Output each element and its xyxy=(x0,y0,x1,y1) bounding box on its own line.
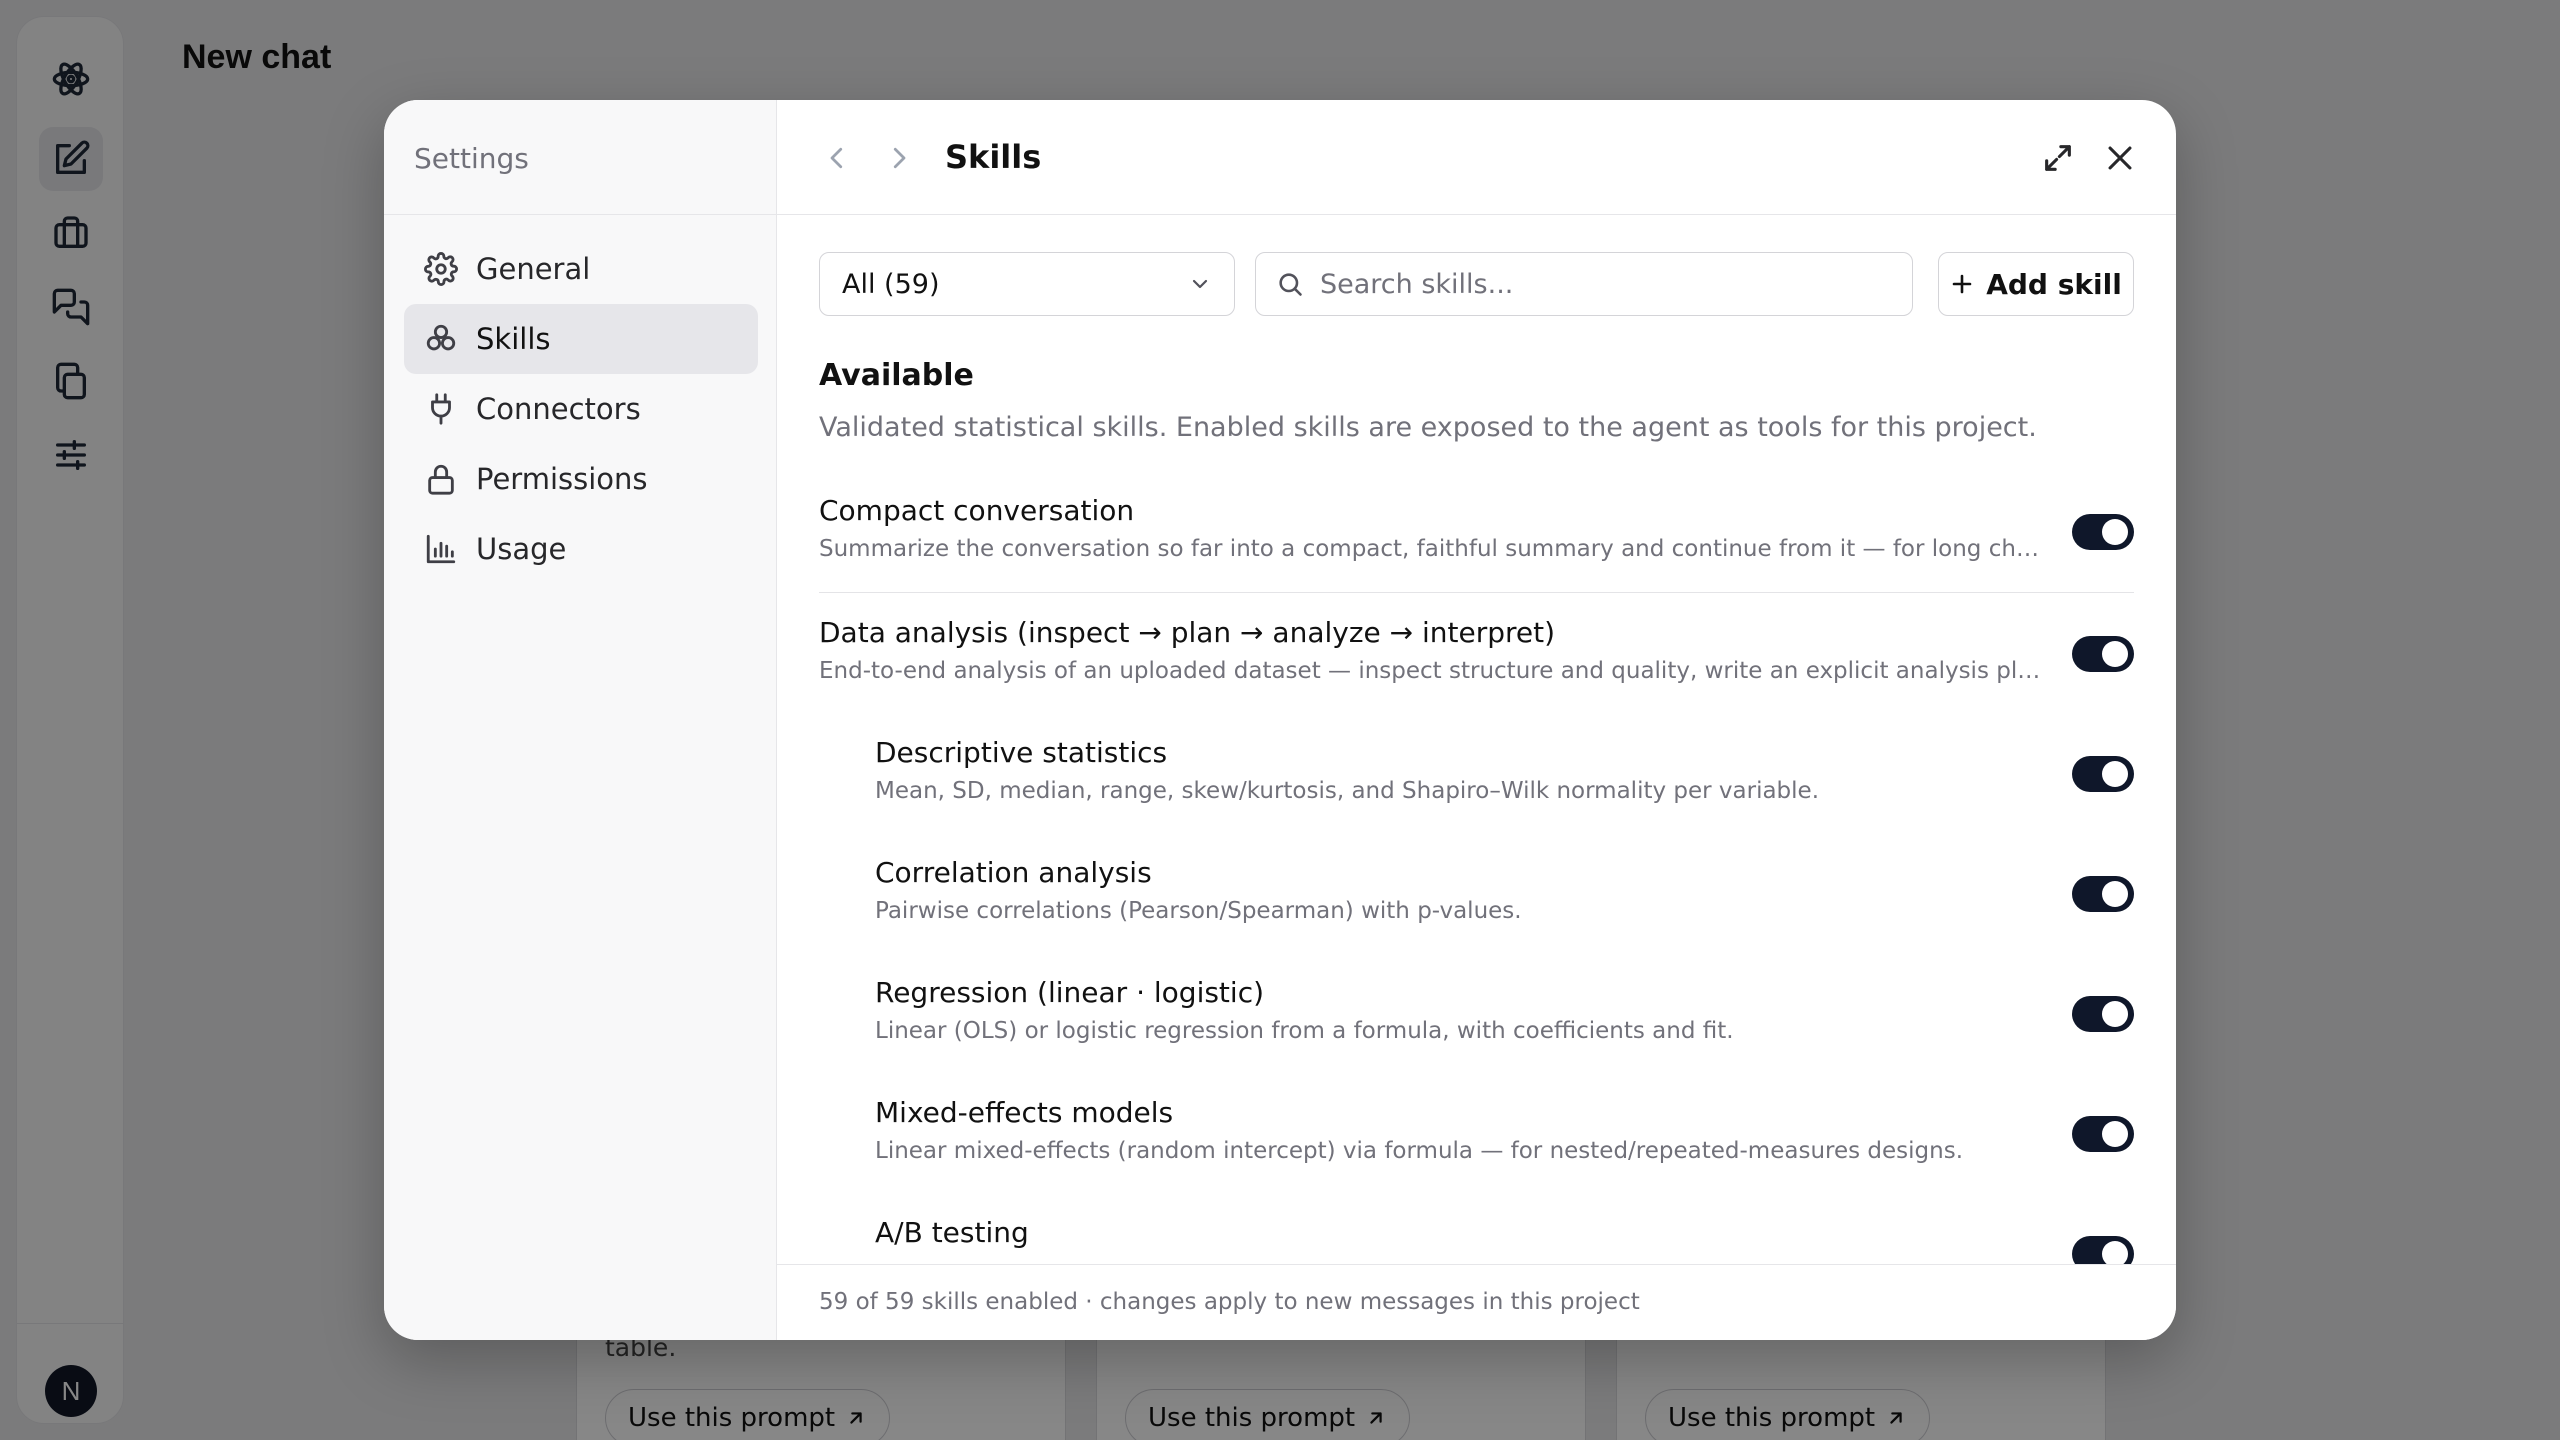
chevron-left-icon xyxy=(830,147,843,169)
divider xyxy=(384,214,776,215)
divider xyxy=(819,592,2134,593)
nav-label: Permissions xyxy=(476,462,648,496)
skill-name: Mixed-effects models xyxy=(875,1096,1174,1129)
settings-sidebar: Settings General Skills Connectors Permi… xyxy=(384,100,777,1340)
lock-icon xyxy=(428,464,454,495)
skill-description: End-to-end analysis of an uploaded datas… xyxy=(819,658,2049,684)
skills-list: Compact conversation Summarize the conve… xyxy=(819,494,2134,1340)
settings-modal: Settings General Skills Connectors Permi… xyxy=(384,100,2176,1340)
add-skill-label: Add skill xyxy=(1986,267,2122,301)
nav-item-usage[interactable]: Usage xyxy=(404,514,758,584)
nav-label: Skills xyxy=(476,322,551,356)
expand-icon xyxy=(2045,145,2071,171)
skill-name: Compact conversation xyxy=(819,494,1135,527)
settings-nav: General Skills Connectors Permissions Us… xyxy=(404,234,758,584)
skill-row: Data analysis (inspect → plan → analyze … xyxy=(819,616,2134,736)
close-button[interactable] xyxy=(2098,136,2142,180)
skill-name: Data analysis (inspect → plan → analyze … xyxy=(819,616,1556,649)
search-box[interactable] xyxy=(1255,252,1913,316)
skill-description: Summarize the conversation so far into a… xyxy=(819,536,2049,562)
plug-icon xyxy=(431,393,451,425)
nav-item-skills[interactable]: Skills xyxy=(404,304,758,374)
filter-value: All (59) xyxy=(842,268,940,300)
nav-item-permissions[interactable]: Permissions xyxy=(404,444,758,514)
footer-status: 59 of 59 skills enabled · changes apply … xyxy=(819,1289,1640,1315)
search-icon xyxy=(1279,273,1302,296)
skill-row: Descriptive statistics Mean, SD, median,… xyxy=(819,736,2134,856)
chevron-right-icon xyxy=(893,147,906,169)
skill-name: Regression (linear · logistic) xyxy=(875,976,1265,1009)
close-icon xyxy=(2108,146,2132,170)
skill-row: Mixed-effects models Linear mixed-effect… xyxy=(819,1096,2134,1216)
section-description: Validated statistical skills. Enabled sk… xyxy=(819,412,2037,443)
skill-toggle[interactable] xyxy=(2072,514,2134,550)
chevron-down-icon xyxy=(1192,279,1208,289)
nav-label: Connectors xyxy=(476,392,641,426)
skill-description: Linear (OLS) or logistic regression from… xyxy=(875,1018,1734,1044)
skill-row: Compact conversation Summarize the conve… xyxy=(819,494,2134,614)
nav-label: Usage xyxy=(476,532,567,566)
skill-description: Mean, SD, median, range, skew/kurtosis, … xyxy=(875,778,1820,804)
skill-row: Regression (linear · logistic) Linear (O… xyxy=(819,976,2134,1096)
forward-button[interactable] xyxy=(879,138,919,178)
skill-name: Descriptive statistics xyxy=(875,736,1168,769)
skill-toggle[interactable] xyxy=(2072,756,2134,792)
add-skill-button[interactable]: Add skill xyxy=(1938,252,2134,316)
nav-item-connectors[interactable]: Connectors xyxy=(404,374,758,444)
panel-header: Skills xyxy=(777,100,2176,215)
gear-icon xyxy=(424,252,458,286)
skill-toggle[interactable] xyxy=(2072,876,2134,912)
skill-name: Correlation analysis xyxy=(875,856,1152,889)
back-button[interactable] xyxy=(817,138,857,178)
panel-footer: 59 of 59 skills enabled · changes apply … xyxy=(777,1264,2176,1340)
plus-icon xyxy=(1952,274,1972,294)
section-title: Available xyxy=(819,358,974,393)
nav-item-general[interactable]: General xyxy=(404,234,758,304)
panel-title: Skills xyxy=(945,138,1042,176)
skill-toggle[interactable] xyxy=(2072,996,2134,1032)
expand-button[interactable] xyxy=(2036,136,2080,180)
skills-panel: Skills All (59) Add skill Available xyxy=(777,100,2176,1340)
skill-toggle[interactable] xyxy=(2072,1116,2134,1152)
skill-name: A/B testing xyxy=(875,1216,1029,1249)
search-input[interactable] xyxy=(1320,268,1880,300)
settings-title: Settings xyxy=(414,142,529,175)
skill-filter-select[interactable]: All (59) xyxy=(819,252,1235,316)
skill-row: Correlation analysis Pairwise correlatio… xyxy=(819,856,2134,976)
skill-toggle[interactable] xyxy=(2072,636,2134,672)
nav-label: General xyxy=(476,252,591,286)
skill-description: Linear mixed-effects (random intercept) … xyxy=(875,1138,1964,1164)
skill-description: Pairwise correlations (Pearson/Spearman)… xyxy=(875,898,1522,924)
skills-toolbar: All (59) Add skill xyxy=(819,252,2134,316)
skills-icon xyxy=(426,324,456,351)
bar-chart-icon xyxy=(426,534,456,564)
